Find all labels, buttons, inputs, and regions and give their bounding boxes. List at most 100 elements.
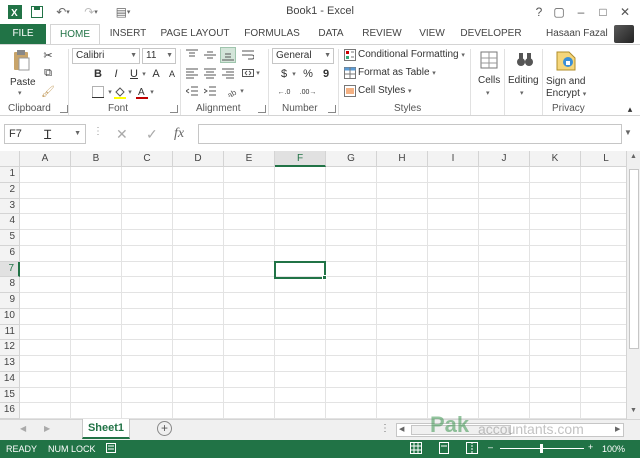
user-name[interactable]: Hasaan Fazal xyxy=(546,24,608,44)
align-left-icon[interactable] xyxy=(184,65,200,81)
prev-sheet-icon[interactable]: ◀ xyxy=(20,424,26,433)
shrink-font-button[interactable]: A xyxy=(164,66,180,82)
format-as-table-button[interactable]: Format as Table ▾ xyxy=(358,67,436,78)
font-family-select[interactable]: Calibri ▼ xyxy=(72,48,140,64)
cells-dropdown-icon[interactable]: ▾ xyxy=(486,87,490,98)
binoculars-icon[interactable] xyxy=(514,49,536,71)
cell-styles-button[interactable]: Cell Styles ▾ xyxy=(358,85,412,96)
expand-formula-bar-icon[interactable]: ▼ xyxy=(624,128,632,137)
tab-formulas[interactable]: FORMULAS xyxy=(240,24,304,44)
column-header-e[interactable]: E xyxy=(224,151,275,167)
wrap-text-icon[interactable] xyxy=(240,47,256,63)
paste-icon[interactable] xyxy=(10,49,32,73)
row-header-6[interactable]: 6 xyxy=(0,245,20,262)
scroll-up-icon[interactable]: ▲ xyxy=(630,153,637,160)
tab-page-layout[interactable]: PAGE LAYOUT xyxy=(158,24,232,44)
worksheet-grid[interactable]: ABCDEFGHIJKL 1 2 3 4 5 6 7 8 9 10 11 12 13 14 15 16 ▲ ▼ xyxy=(0,151,640,419)
cells-button[interactable]: Cells xyxy=(478,75,500,86)
number-launcher-icon[interactable] xyxy=(328,105,336,113)
row-header-8[interactable]: 8 xyxy=(0,277,20,293)
orientation-dropdown-icon[interactable]: ▾ xyxy=(238,83,246,99)
maximize-button[interactable]: □ xyxy=(594,3,612,21)
editing-button[interactable]: Editing xyxy=(508,75,539,86)
tab-data[interactable]: DATA xyxy=(312,24,350,44)
format-as-table-icon[interactable] xyxy=(342,65,358,81)
bold-button[interactable]: B xyxy=(90,66,106,82)
sign-encrypt-icon[interactable] xyxy=(554,47,578,73)
row-header-14[interactable]: 14 xyxy=(0,371,20,388)
zoom-out-button[interactable]: – xyxy=(488,442,493,452)
clipboard-launcher-icon[interactable] xyxy=(60,105,68,113)
currency-dropdown-icon[interactable]: ▾ xyxy=(290,66,298,82)
number-format-select[interactable]: General ▼ xyxy=(272,48,334,64)
column-header-b[interactable]: B xyxy=(71,151,122,167)
insert-function-icon[interactable]: fx xyxy=(174,126,184,142)
normal-view-icon[interactable] xyxy=(410,442,422,456)
decrease-decimal-icon[interactable]: .00→ xyxy=(300,84,317,100)
grow-font-button[interactable]: A xyxy=(148,66,164,82)
tab-home[interactable]: HOME xyxy=(50,24,100,45)
column-header-a[interactable]: A xyxy=(20,151,71,167)
copy-icon[interactable]: ⧉ xyxy=(40,65,56,81)
next-sheet-icon[interactable]: ▶ xyxy=(44,424,50,433)
row-header-11[interactable]: 11 xyxy=(0,324,20,341)
zoom-slider-thumb[interactable] xyxy=(540,444,543,453)
cells-icon[interactable] xyxy=(478,49,500,71)
borders-icon[interactable] xyxy=(90,84,106,100)
tab-view[interactable]: VIEW xyxy=(414,24,450,44)
cell-styles-icon[interactable] xyxy=(342,83,358,99)
conditional-formatting-icon[interactable] xyxy=(342,47,358,63)
fill-handle[interactable] xyxy=(322,275,327,280)
column-header-d[interactable]: D xyxy=(173,151,224,167)
increase-indent-icon[interactable] xyxy=(202,83,218,99)
cut-icon[interactable]: ✂ xyxy=(40,47,56,63)
paste-dropdown-icon[interactable]: ▾ xyxy=(18,89,22,97)
sheet-tab-sheet1[interactable]: Sheet1 xyxy=(82,419,130,439)
italic-button[interactable]: I xyxy=(108,66,124,82)
fill-color-dropdown-icon[interactable]: ▾ xyxy=(126,84,134,100)
merge-dropdown-icon[interactable]: ▾ xyxy=(254,65,262,81)
tab-developer[interactable]: DEVELOPER xyxy=(458,24,524,44)
macro-record-icon[interactable] xyxy=(106,443,116,455)
row-header-1[interactable]: 1 xyxy=(0,167,20,183)
row-header-12[interactable]: 12 xyxy=(0,340,20,356)
sign-and-label[interactable]: Sign and xyxy=(546,76,585,87)
page-break-view-icon[interactable] xyxy=(466,442,478,456)
row-header-10[interactable]: 10 xyxy=(0,308,20,325)
tab-review[interactable]: REVIEW xyxy=(358,24,406,44)
align-center-icon[interactable] xyxy=(202,65,218,81)
row-header-13[interactable]: 13 xyxy=(0,356,20,372)
row-header-9[interactable]: 9 xyxy=(0,293,20,309)
row-header-16[interactable]: 16 xyxy=(0,403,20,419)
zoom-level[interactable]: 100% xyxy=(602,444,625,454)
enter-icon[interactable]: ✓ xyxy=(146,126,158,143)
font-size-select[interactable]: 11 ▼ xyxy=(142,48,176,64)
collapse-ribbon-icon[interactable]: ▴ xyxy=(622,101,638,117)
column-header-k[interactable]: K xyxy=(530,151,581,167)
tab-split-icon[interactable]: ⋮ xyxy=(380,423,390,434)
zoom-in-button[interactable]: + xyxy=(588,442,593,452)
minimize-button[interactable]: – xyxy=(572,3,590,21)
row-header-5[interactable]: 5 xyxy=(0,230,20,246)
comma-style-button[interactable]: 9 xyxy=(318,66,334,82)
close-button[interactable]: ✕ xyxy=(616,3,634,21)
alignment-launcher-icon[interactable] xyxy=(258,105,266,113)
cancel-icon[interactable]: ✕ xyxy=(116,126,128,143)
middle-align-icon[interactable] xyxy=(202,47,218,63)
column-header-h[interactable]: H xyxy=(377,151,428,167)
editing-dropdown-icon[interactable]: ▾ xyxy=(520,87,524,98)
conditional-formatting-button[interactable]: Conditional Formatting ▾ xyxy=(358,49,465,60)
scroll-right-icon[interactable]: ▶ xyxy=(615,425,620,433)
scroll-left-icon[interactable]: ◀ xyxy=(399,425,404,433)
decrease-indent-icon[interactable] xyxy=(184,83,200,99)
increase-decimal-icon[interactable]: ←.0 xyxy=(276,84,292,100)
add-sheet-button[interactable]: + xyxy=(157,421,172,436)
ribbon-display-button[interactable]: ▢ xyxy=(550,3,568,21)
font-launcher-icon[interactable] xyxy=(170,105,178,113)
column-header-f[interactable]: F xyxy=(275,151,326,167)
row-header-4[interactable]: 4 xyxy=(0,214,20,230)
column-header-l[interactable]: L xyxy=(581,151,632,167)
column-header-j[interactable]: J xyxy=(479,151,530,167)
vertical-scrollbar[interactable]: ▲ ▼ xyxy=(626,151,640,419)
percent-button[interactable]: % xyxy=(300,66,316,82)
